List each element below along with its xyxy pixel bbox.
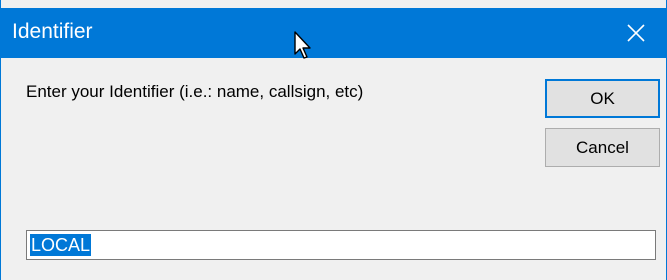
identifier-selected-text: LOCAL bbox=[30, 234, 92, 256]
close-button[interactable] bbox=[606, 8, 666, 58]
prompt-label: Enter your Identifier (i.e.: name, calls… bbox=[26, 82, 364, 101]
window-title: Identifier bbox=[12, 20, 93, 43]
close-icon bbox=[627, 24, 645, 42]
cancel-button[interactable]: Cancel bbox=[545, 128, 660, 167]
title-bar[interactable]: Identifier bbox=[1, 8, 666, 58]
identifier-input[interactable]: LOCAL bbox=[26, 230, 656, 260]
ok-button[interactable]: OK bbox=[545, 79, 660, 118]
identifier-dialog: Identifier Enter your Identifier (i.e.: … bbox=[0, 0, 667, 280]
mouse-cursor-icon bbox=[294, 31, 311, 59]
